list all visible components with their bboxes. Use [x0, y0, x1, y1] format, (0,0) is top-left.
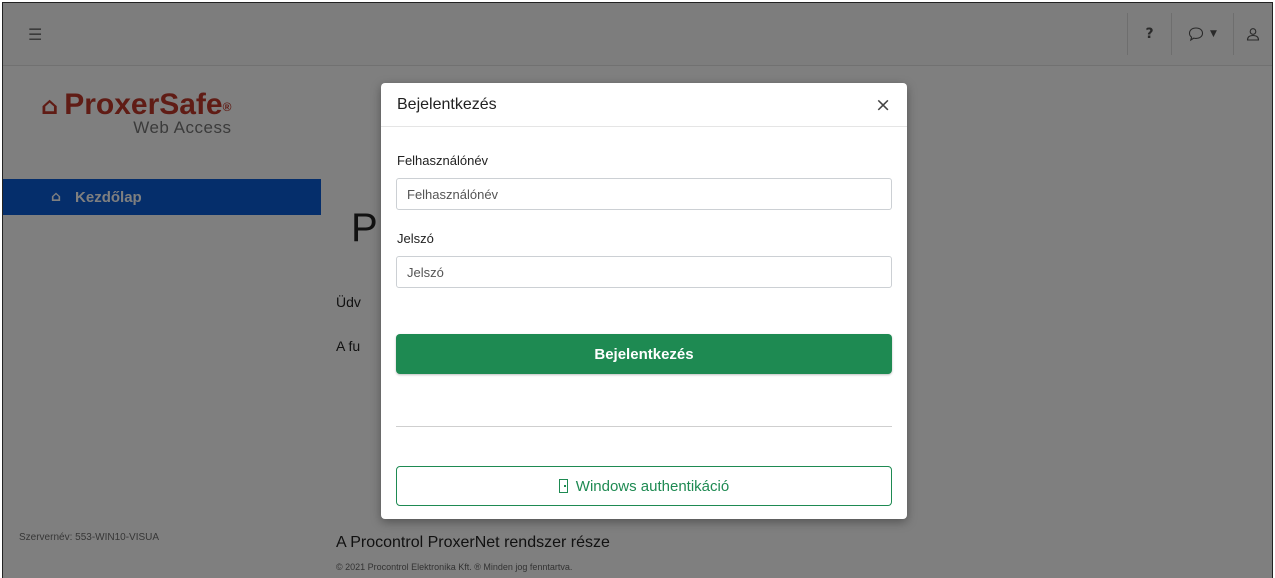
windows-auth-label: Windows authentikáció — [575, 477, 730, 495]
dialog-header: Bejelentkezés × — [381, 83, 907, 127]
login-dialog: Bejelentkezés × Felhasználónév Jelszó Be… — [381, 83, 907, 519]
username-label: Felhasználónév — [397, 153, 489, 168]
password-input[interactable] — [396, 256, 892, 288]
windows-auth-button[interactable]: Windows authentikáció — [396, 466, 892, 506]
dialog-title: Bejelentkezés — [397, 95, 497, 113]
divider — [396, 426, 892, 427]
login-button[interactable]: Bejelentkezés — [396, 334, 892, 374]
password-label: Jelszó — [397, 231, 434, 246]
app-window: ☰ ? ▼ ⌂ProxerSafe® Web — [2, 2, 1273, 578]
username-input[interactable] — [396, 178, 892, 210]
door-icon — [558, 479, 568, 493]
close-icon[interactable]: × — [875, 94, 891, 116]
